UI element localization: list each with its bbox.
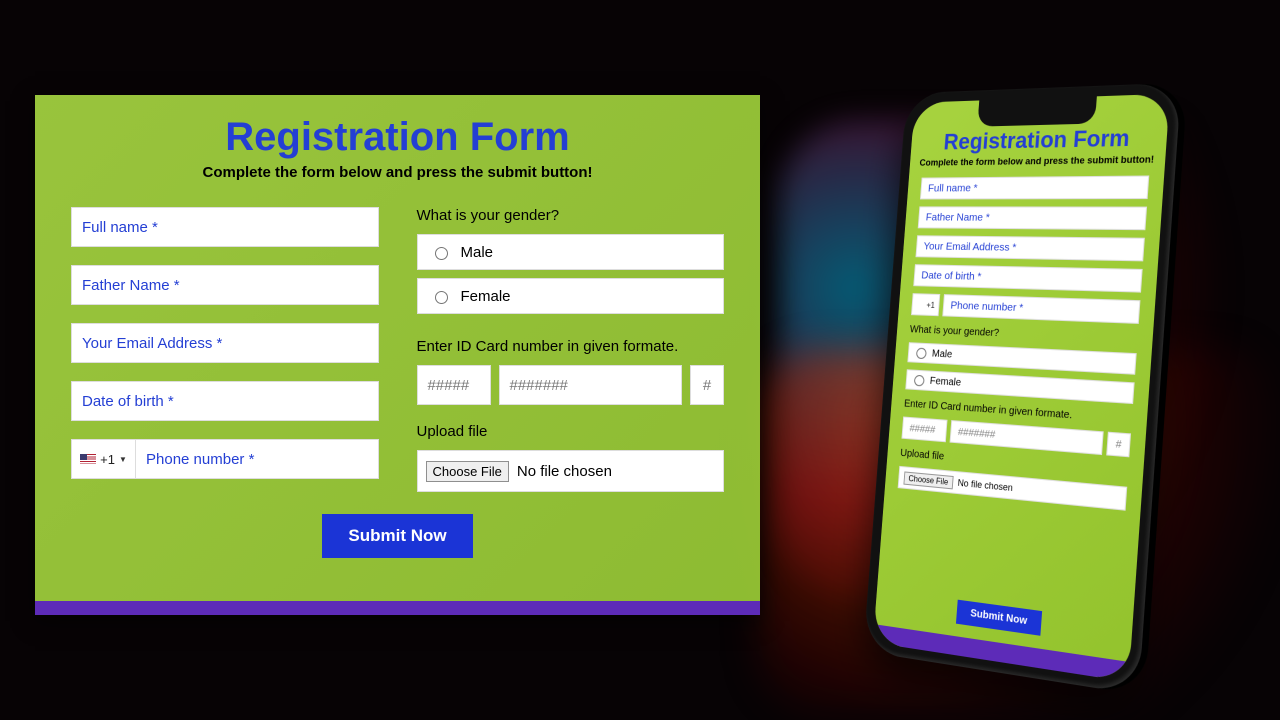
id-part-2-input[interactable]: ####### <box>499 365 683 405</box>
phone-mockup: Registration Form Complete the form belo… <box>863 83 1181 695</box>
submit-button[interactable]: Submit Now <box>322 514 472 558</box>
phone-country-code[interactable]: +1 ▼ <box>71 439 135 479</box>
us-flag-icon <box>80 454 96 465</box>
phone-form-title: Registration Form <box>911 124 1168 156</box>
registration-card: Registration Form Complete the form belo… <box>35 95 760 615</box>
gender-female-radio[interactable] <box>435 291 448 304</box>
dob-input[interactable]: Date of birth * <box>71 381 379 421</box>
phone-gender-label: What is your gender? <box>909 324 1138 345</box>
id-card-label: Enter ID Card number in given formate. <box>417 338 725 355</box>
phone-number-input-mini[interactable]: Phone number * <box>942 294 1140 324</box>
right-column: What is your gender? Male Female Enter I… <box>417 207 725 492</box>
gender-male-radio[interactable] <box>435 247 448 260</box>
phone-dob-input[interactable]: Date of birth * <box>913 264 1142 292</box>
chevron-down-icon: ▼ <box>119 455 127 464</box>
phone-father-name-input[interactable]: Father Name * <box>918 206 1147 230</box>
phone-id3-input[interactable]: # <box>1106 432 1131 458</box>
phone-input[interactable]: Phone number * <box>135 439 379 479</box>
phone-id2-input[interactable]: ####### <box>950 420 1104 455</box>
form-title: Registration Form <box>71 115 724 160</box>
phone-email-input[interactable]: Your Email Address * <box>915 235 1144 261</box>
id-part-1-input[interactable]: ##### <box>417 365 491 405</box>
phone-country-code-mini[interactable]: +1 <box>911 293 940 316</box>
us-flag-icon <box>916 301 925 307</box>
phone-gender-female-label: Female <box>929 375 961 388</box>
phone-gender-female-option[interactable]: Female <box>905 369 1134 404</box>
gender-label: What is your gender? <box>417 207 725 224</box>
left-column: Full name * Father Name * Your Email Add… <box>71 207 379 492</box>
phone-gender-male-label: Male <box>932 348 953 360</box>
phone-id1-input[interactable]: ##### <box>901 416 947 442</box>
phone-cc-mini-value: +1 <box>926 300 935 309</box>
gender-male-label: Male <box>461 244 494 261</box>
form-subtitle: Complete the form below and press the su… <box>71 164 724 181</box>
upload-label: Upload file <box>417 423 725 440</box>
gender-female-option[interactable]: Female <box>417 278 725 314</box>
file-status: No file chosen <box>517 463 612 480</box>
phone-form-subtitle: Complete the form below and press the su… <box>910 154 1166 168</box>
phone-notch <box>977 96 1097 126</box>
phone-cc-value: +1 <box>100 452 115 467</box>
phone-file-status: No file chosen <box>957 477 1013 493</box>
full-name-input[interactable]: Full name * <box>71 207 379 247</box>
phone-choose-file-button[interactable]: Choose File <box>903 471 953 489</box>
email-input[interactable]: Your Email Address * <box>71 323 379 363</box>
phone-gender-male-option[interactable]: Male <box>907 342 1136 375</box>
gender-female-label: Female <box>461 288 511 305</box>
id-part-3-input[interactable]: # <box>690 365 724 405</box>
card-footer-accent <box>35 601 760 615</box>
father-name-input[interactable]: Father Name * <box>71 265 379 305</box>
gender-male-option[interactable]: Male <box>417 234 725 270</box>
choose-file-button[interactable]: Choose File <box>426 461 509 482</box>
phone-full-name-input[interactable]: Full name * <box>920 175 1149 199</box>
file-upload[interactable]: Choose File No file chosen <box>417 450 725 492</box>
